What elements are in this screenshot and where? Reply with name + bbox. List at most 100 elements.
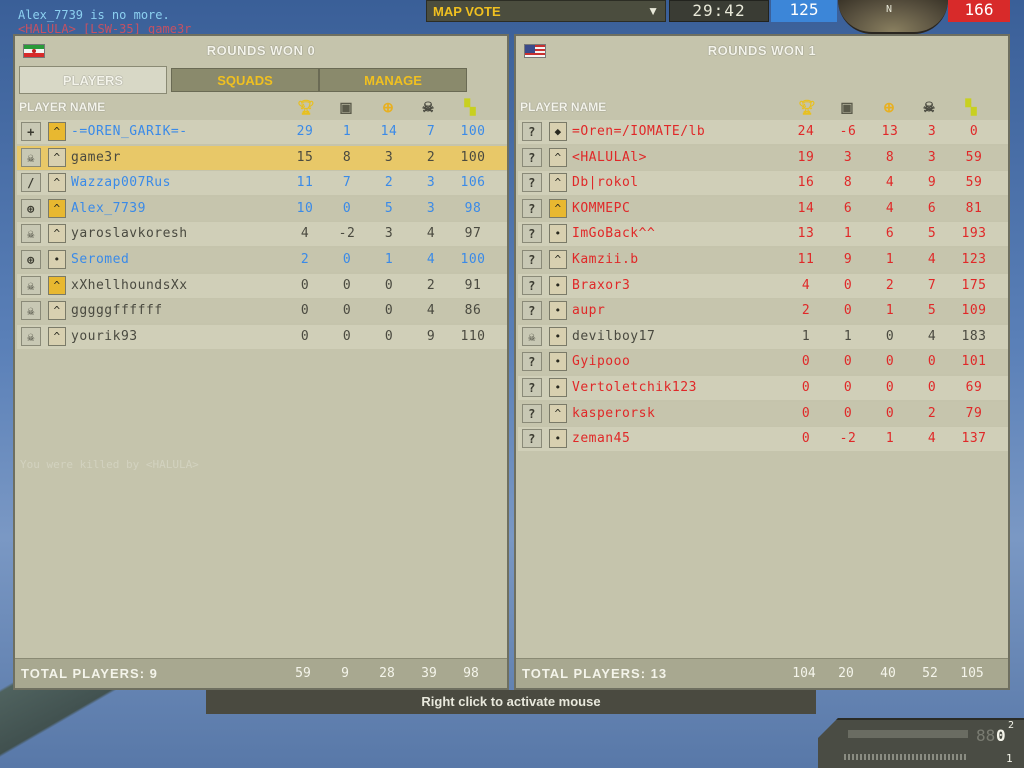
score-cell: 29 <box>296 124 314 139</box>
kills-cell: 2 <box>384 175 394 191</box>
rank-icon: ^ <box>549 147 567 167</box>
team-deaths-cell: 1 <box>342 124 352 139</box>
ping-cell: 175 <box>961 277 987 293</box>
total-score: 104 <box>792 666 816 681</box>
kill-feed: Alex_7739 is no more. <HALULA> [LSW-35] … <box>18 8 191 36</box>
round-timer: 29:42 <box>669 0 769 22</box>
target-icon[interactable]: ⊕ <box>880 98 898 116</box>
player-row[interactable]: ? ^ kasperorsk 0 0 0 2 79 <box>518 401 1008 426</box>
player-row[interactable]: ? ^ Kamzii.b 11 9 1 4 123 <box>518 248 1008 272</box>
ammo-bar <box>844 754 968 760</box>
player-row[interactable]: / ^ Wazzap007Rus 11 7 2 3 106 <box>17 171 507 196</box>
player-row[interactable]: ? ^ Db|rokol 16 8 4 9 59 <box>518 171 1008 196</box>
ping-cell: 106 <box>460 175 486 191</box>
kit-icon: ☠ <box>21 224 41 244</box>
tab-manage[interactable]: MANAGE <box>319 68 467 92</box>
player-row[interactable]: ☠ ^ xXhellhoundsXx 0 0 0 2 91 <box>17 273 507 298</box>
player-name-column[interactable]: PLAYER NAME <box>520 100 606 114</box>
left-team-panel: ROUNDS WON 0 PLAYERS SQUADS MANAGE PLAYE… <box>13 34 509 690</box>
kit-icon: ? <box>522 352 542 372</box>
player-row[interactable]: ⊕ • Seromed 2 0 1 4 100 <box>17 248 507 272</box>
ping-cell: 97 <box>464 226 482 242</box>
deaths-cell: 5 <box>927 226 937 242</box>
ping-cell: 110 <box>460 328 486 344</box>
deaths-cell: 4 <box>927 431 937 447</box>
ping-cell: 100 <box>460 252 486 267</box>
team-deaths-cell: 1 <box>843 328 853 344</box>
deaths-cell: 4 <box>426 252 436 267</box>
score-cell: 0 <box>300 328 310 344</box>
kills-cell: 1 <box>885 252 895 267</box>
deaths-cell: 4 <box>426 303 436 319</box>
skull-icon[interactable]: ☠ <box>419 98 437 116</box>
score-cell: 1 <box>801 328 811 344</box>
ping-cell: 59 <box>965 175 983 191</box>
team-deaths-cell: 0 <box>843 405 853 421</box>
kills-cell: 8 <box>885 149 895 165</box>
player-row[interactable]: ☠ ^ game3r 15 8 3 2 100 <box>17 145 507 170</box>
player-row[interactable]: ? • Gyipooo 0 0 0 0 101 <box>518 350 1008 375</box>
player-name-column[interactable]: PLAYER NAME <box>19 100 105 114</box>
ammo-clips: 2 <box>1008 720 1015 731</box>
player-row[interactable]: ☠ • devilboy17 1 1 0 4 183 <box>518 324 1008 349</box>
player-name: KOMMEPC <box>572 200 631 216</box>
kills-cell: 1 <box>885 431 895 447</box>
team-deaths-cell: -2 <box>839 431 857 447</box>
score-icon[interactable]: ▚ <box>962 98 980 116</box>
player-row[interactable]: ? • Vertoletchik123 0 0 0 0 69 <box>518 376 1008 400</box>
rank-icon: • <box>549 275 567 295</box>
player-name: Braxor3 <box>572 277 631 293</box>
player-row[interactable]: ? • aupr 2 0 1 5 109 <box>518 299 1008 324</box>
team-deaths-cell: -6 <box>839 124 857 139</box>
trophy-icon[interactable]: 🏆︎ <box>297 98 315 116</box>
player-row[interactable]: ⊕ ^ Alex_7739 10 0 5 3 98 <box>17 196 507 221</box>
kills-cell: 0 <box>885 328 895 344</box>
deaths-cell: 6 <box>927 200 937 216</box>
map-vote-dropdown[interactable]: MAP VOTE ▼ <box>426 0 666 22</box>
kills-cell: 3 <box>384 149 394 165</box>
trophy-icon[interactable]: 🏆︎ <box>798 98 816 116</box>
total-score: 59 <box>295 666 311 681</box>
blue-team-tickets: 125 <box>771 0 837 22</box>
rank-icon: ^ <box>48 173 66 193</box>
score-cell: 2 <box>300 252 310 267</box>
player-row[interactable]: ? • Braxor3 4 0 2 7 175 <box>518 273 1008 298</box>
total-players-label: TOTAL PLAYERS: 9 <box>21 666 158 681</box>
kills-cell: 0 <box>384 303 394 319</box>
player-row[interactable]: ? • zeman45 0 -2 1 4 137 <box>518 427 1008 452</box>
total-ping: 105 <box>960 666 984 681</box>
rank-icon: ^ <box>48 301 66 321</box>
team-deaths-cell: 0 <box>843 354 853 370</box>
ping-cell: 81 <box>965 200 983 216</box>
kills-cell: 1 <box>885 303 895 319</box>
kit-icon: ? <box>522 224 542 244</box>
player-row[interactable]: ☠ ^ yourik93 0 0 0 9 110 <box>17 324 507 349</box>
team-deaths-cell: 8 <box>342 149 352 165</box>
tab-players[interactable]: PLAYERS <box>19 66 167 94</box>
player-row[interactable]: ? ^ KOMMEPC 14 6 4 6 81 <box>518 196 1008 221</box>
player-row[interactable]: ? ^ <HALULAl> 19 3 8 3 59 <box>518 145 1008 170</box>
deaths-cell: 4 <box>927 328 937 344</box>
player-row[interactable]: ? • ImGoBack^^ 13 1 6 5 193 <box>518 222 1008 247</box>
skull-icon[interactable]: ☠ <box>920 98 938 116</box>
target-icon[interactable]: ⊕ <box>379 98 397 116</box>
rank-icon: • <box>549 378 567 397</box>
player-row[interactable]: ☠ ^ yaroslavkoresh 4 -2 3 4 97 <box>17 222 507 247</box>
player-row[interactable]: ☠ ^ gggggffffff 0 0 0 4 86 <box>17 299 507 324</box>
medic-icon[interactable]: ▣ <box>337 98 355 116</box>
ping-cell: 101 <box>961 354 987 370</box>
player-name: yaroslavkoresh <box>71 226 188 242</box>
team-deaths-cell: -2 <box>338 226 356 242</box>
score-cell: 13 <box>797 226 815 242</box>
player-row[interactable]: ? ◆ =Oren=/IOMATE/lb 24 -6 13 3 0 <box>518 120 1008 144</box>
medic-icon[interactable]: ▣ <box>838 98 856 116</box>
tab-squads[interactable]: SQUADS <box>171 68 319 92</box>
column-header-row: PLAYER NAME 🏆︎ ▣ ⊕ ☠ ▚ <box>15 94 507 120</box>
team-deaths-cell: 0 <box>342 277 352 293</box>
rank-icon: ^ <box>48 147 66 167</box>
score-icon[interactable]: ▚ <box>461 98 479 116</box>
player-row[interactable]: + ^ -=OREN_GARIK=- 29 1 14 7 100 <box>17 120 507 144</box>
team-deaths-cell: 3 <box>843 149 853 165</box>
score-cell: 0 <box>801 405 811 421</box>
rank-icon: • <box>549 224 567 244</box>
